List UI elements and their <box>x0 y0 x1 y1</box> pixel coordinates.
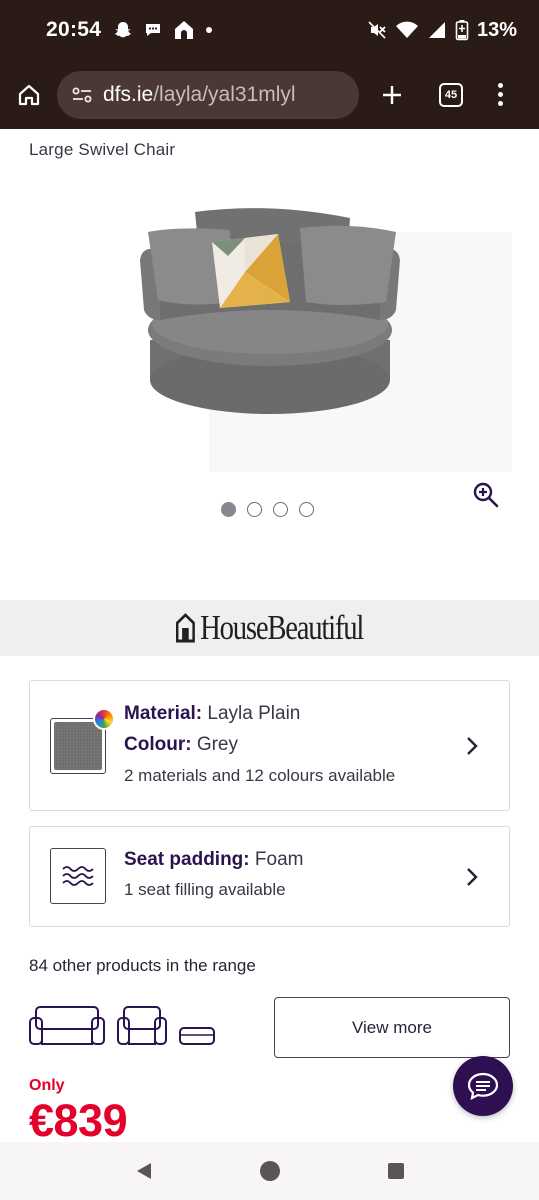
home-icon <box>18 84 40 105</box>
system-navigation-bar <box>0 1142 539 1200</box>
sofa-icon <box>29 1006 105 1045</box>
product-subtitle: Large Swivel Chair <box>29 140 176 159</box>
chat-icon <box>467 1072 499 1100</box>
signal-icon <box>428 22 445 38</box>
carousel-dot[interactable] <box>299 502 314 517</box>
status-notification-icons <box>113 19 213 41</box>
address-bar[interactable]: dfs.ie/layla/yal31mlyl <box>57 70 359 119</box>
status-bar: 20:54 13% <box>0 0 539 60</box>
colour-value: Grey <box>191 733 238 755</box>
material-selector-card[interactable]: Material: Layla Plain Colour: Grey 2 mat… <box>29 680 510 811</box>
recents-icon[interactable] <box>386 1161 406 1181</box>
material-value: Layla Plain <box>202 703 301 724</box>
snapchat-icon <box>115 22 132 38</box>
browser-toolbar: dfs.ie/layla/yal31mlyl 45 <box>0 60 539 129</box>
seat-padding-value: Foam <box>249 849 304 870</box>
brand-banner: HouseBeautiful <box>0 600 539 656</box>
colour-label: Colour: <box>124 733 192 755</box>
range-product-icons <box>28 1004 216 1048</box>
price-prefix: Only <box>29 1077 65 1094</box>
url-host: dfs.ie <box>103 82 154 106</box>
url-path: /layla/yal31mlyl <box>153 82 296 106</box>
menu-dot <box>498 83 503 88</box>
battery-percent: 13% <box>476 18 517 41</box>
browser-home-button[interactable] <box>9 75 49 115</box>
zoom-icon[interactable] <box>472 481 500 509</box>
mute-icon <box>368 21 386 39</box>
seat-padding-selector-card[interactable]: Seat padding: Foam 1 seat filling availa… <box>29 826 510 927</box>
home-circle-icon[interactable] <box>259 1160 281 1182</box>
brand-logo: HouseBeautiful <box>176 608 364 648</box>
colour-wheel-icon <box>93 708 115 730</box>
view-more-button[interactable]: View more <box>274 997 510 1058</box>
material-label: Material: <box>124 703 203 724</box>
browser-menu-button[interactable] <box>498 83 503 106</box>
footstool-icon <box>179 1027 215 1045</box>
range-count-text: 84 other products in the range <box>29 956 256 975</box>
chevron-right-icon <box>467 868 478 886</box>
seat-padding-label: Seat padding: <box>124 849 250 870</box>
armchair-icon <box>117 1006 167 1045</box>
house-logo-icon <box>176 613 196 643</box>
home-app-icon <box>175 21 194 39</box>
new-tab-button[interactable] <box>379 82 405 108</box>
plus-icon <box>383 85 401 104</box>
product-image[interactable] <box>120 190 420 450</box>
chat-button[interactable] <box>453 1056 513 1116</box>
chevron-right-icon <box>467 737 478 755</box>
wifi-icon <box>395 21 418 38</box>
carousel-dot[interactable] <box>221 502 236 517</box>
back-icon[interactable] <box>134 1161 154 1181</box>
menu-dot <box>498 92 503 97</box>
status-time: 20:54 <box>46 18 102 41</box>
carousel-dot[interactable] <box>247 502 262 517</box>
image-carousel-dots <box>221 502 314 517</box>
status-system-icons: 13% <box>367 19 517 42</box>
price: €839 <box>29 1095 128 1146</box>
battery-icon <box>455 20 469 41</box>
dot-icon <box>206 27 213 33</box>
brand-name: HouseBeautiful <box>200 608 364 647</box>
site-settings-icon[interactable] <box>71 85 93 105</box>
menu-dot <box>498 101 503 106</box>
carousel-dot[interactable] <box>273 502 288 517</box>
seat-availability: 1 seat filling available <box>124 879 286 899</box>
chat-bubble-icon <box>146 24 161 36</box>
tab-switcher-button[interactable]: 45 <box>439 82 463 107</box>
material-availability: 2 materials and 12 colours available <box>124 765 396 785</box>
seat-padding-icon <box>50 848 106 904</box>
